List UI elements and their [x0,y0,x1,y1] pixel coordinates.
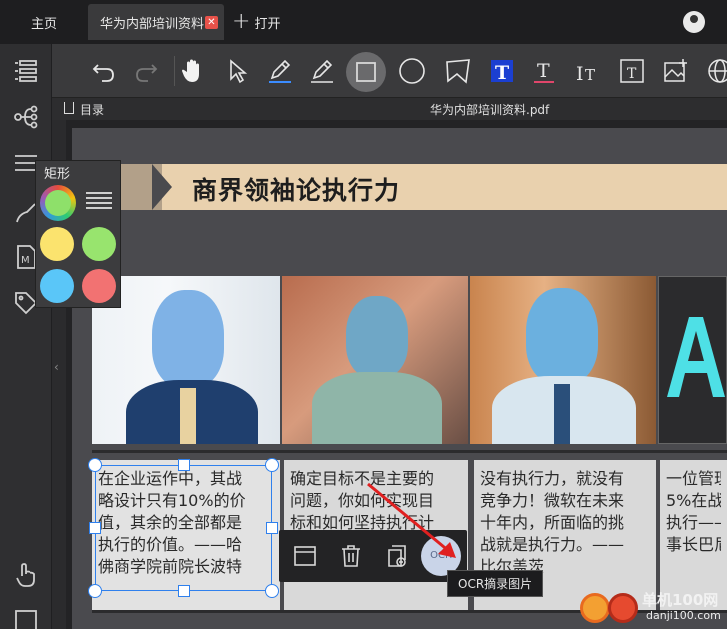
color-wheel-icon[interactable] [40,185,76,221]
quote-line: 一位管理 [666,469,721,488]
quote-line: 执行—— [666,513,721,532]
ellipse-tool-icon[interactable] [396,55,428,87]
resize-handle-left[interactable] [89,522,101,534]
svg-text:T: T [627,66,637,82]
quote-line: 十年内，所面临的挑 [480,513,625,532]
undo-icon[interactable] [88,55,120,87]
tab-home[interactable]: 主页 [0,4,88,40]
select-pointer-icon[interactable] [222,55,254,87]
text-box-filled-icon[interactable]: T [486,55,518,87]
watermark-text: 单机100网 [642,591,719,609]
rectangle-style-popup: 矩形 [35,160,121,308]
tab-home-label: 主页 [30,16,57,32]
open-label: 打开 [254,16,281,32]
table-rule [92,450,727,453]
tab-document[interactable]: 华为内部培训资料 ✕ [88,4,224,40]
document-info-bar: 目录 华为内部培训资料.pdf [52,98,727,120]
quote-line: 5%在战 [666,491,721,510]
title-banner [92,164,727,210]
pencil-icon[interactable] [306,55,338,87]
site-watermark: 单机100网 danji100.com [580,585,727,629]
svg-text:M: M [21,255,30,266]
quote-line: 战就是执行力。—— [480,535,625,554]
color-swatch-red[interactable] [82,269,116,303]
polygon-tool-icon[interactable] [442,55,474,87]
color-swatch-blue[interactable] [40,269,74,303]
hand-touch-icon[interactable] [13,562,39,588]
watermark-logo-icon [580,593,610,623]
quote-line: 没有执行力，就没有 [480,469,625,488]
portrait-image-3[interactable] [470,276,656,444]
toolbar-divider [174,56,175,86]
insert-image-icon[interactable] [660,55,692,87]
popup-title: 矩形 [44,167,71,182]
rectangle-tool-icon[interactable] [346,52,386,92]
resize-handle-top-left[interactable] [88,458,102,472]
pdf-editor-window: 主页 华为内部培训资料 ✕ + 打开 M T T I T T 目录 华为内部培训… [0,0,727,629]
color-swatch-yellow[interactable] [40,227,74,261]
resize-handle-bottom-left[interactable] [88,584,102,598]
annotation-toolbar: T T IT T [52,44,727,98]
ocr-tooltip: OCR摘录图片 [447,570,544,597]
toc-label[interactable]: 目录 [80,101,104,118]
svg-text:T: T [495,62,509,84]
close-icon[interactable]: ✕ [205,16,218,29]
document-filename: 华为内部培训资料.pdf [430,103,550,117]
svg-text:I: I [576,63,584,85]
left-sidebar: M [0,44,52,629]
rectangle-selection[interactable] [88,458,279,598]
bookmark-icon[interactable] [64,102,74,114]
watermark-logo-icon [608,593,638,623]
banner-chevron [152,164,172,210]
globe-icon[interactable] [704,55,727,87]
svg-text:T: T [585,66,595,84]
quote-line: 竞争力！微软在未来 [480,491,625,510]
svg-text:T: T [537,60,550,82]
color-swatch-green[interactable] [82,227,116,261]
letter-a-logo-icon [667,317,725,397]
plus-icon: + [232,9,251,34]
resize-handle-bottom-right[interactable] [265,584,279,598]
red-arrow-annotation [367,482,456,558]
frame-icon[interactable] [13,608,39,629]
window-icon[interactable] [291,542,319,570]
redo-icon[interactable] [130,55,162,87]
portrait-image-2[interactable] [282,276,468,444]
highlighter-icon[interactable] [264,55,296,87]
text-frame-icon[interactable]: T [616,55,648,87]
mindmap-icon[interactable] [13,104,39,130]
text-underline-icon[interactable]: T [528,55,560,87]
resize-handle-top[interactable] [178,459,190,471]
tab-bar: 主页 华为内部培训资料 ✕ + 打开 [0,0,727,44]
resize-handle-bottom[interactable] [178,585,190,597]
outline-icon[interactable] [13,58,39,84]
quote-line: 事长巴尼 [666,535,721,554]
user-avatar-icon[interactable] [683,11,705,33]
resize-handle-top-right[interactable] [265,458,279,472]
chevron-left-icon: ‹ [54,360,59,374]
hand-tool-icon[interactable] [176,55,208,87]
open-button[interactable]: + 打开 [232,4,280,40]
watermark-subtext: danji100.com [646,609,721,622]
line-style-icon[interactable] [86,189,112,211]
resize-handle-right[interactable] [266,522,278,534]
text-size-icon[interactable]: IT [572,55,604,87]
tab-document-label: 华为内部培训资料 [100,16,205,32]
page-heading: 商界领袖论执行力 [192,176,401,205]
logo-image[interactable] [658,276,727,444]
